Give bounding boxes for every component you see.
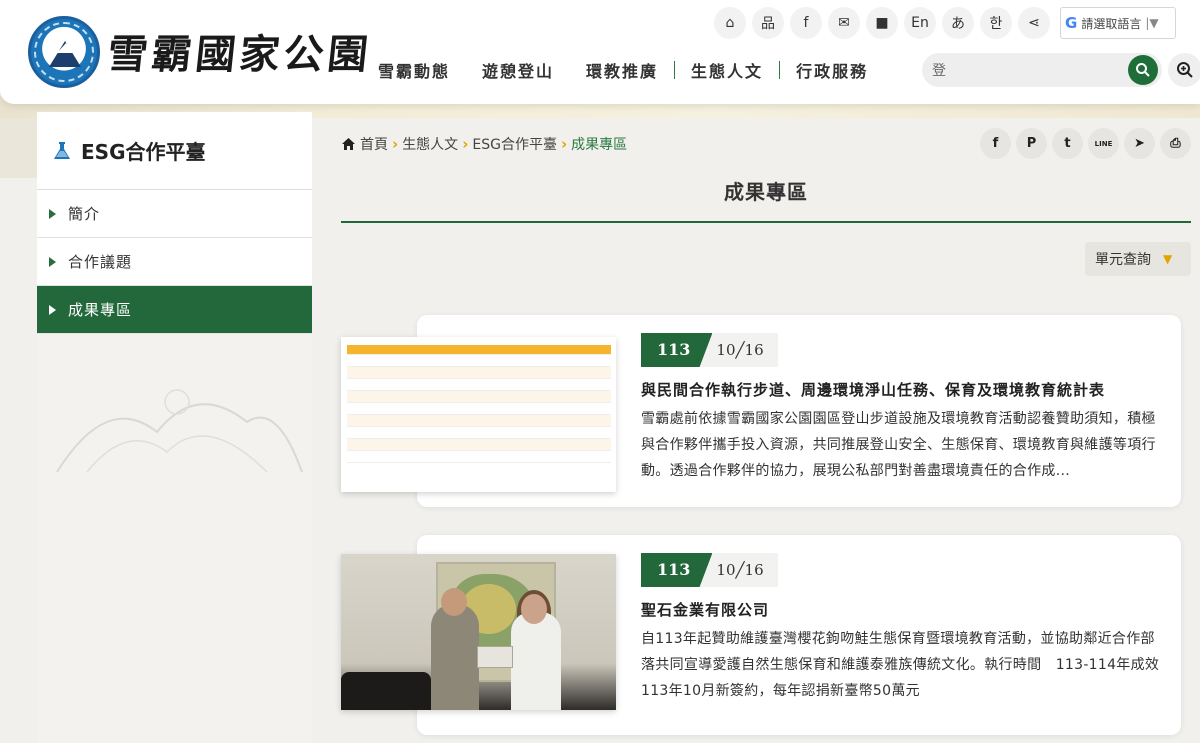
facebook-share-icon[interactable]: f [980, 128, 1011, 159]
nav-item-recreation[interactable]: 遊憩登山 [466, 58, 570, 82]
share-icon[interactable]: ⋖ [1018, 7, 1050, 39]
card-title[interactable]: 與民間合作執行步道、周邊環境淨山任務、保育及環境教育統計表 [641, 379, 1105, 400]
main-nav: 雪霸動態 遊憩登山 環教推廣 生態人文 行政服務 [362, 58, 884, 82]
triangle-right-icon [49, 304, 56, 315]
telegram-share-icon[interactable]: ➤ [1124, 128, 1155, 159]
facebook-icon[interactable]: f [790, 7, 822, 39]
breadcrumb-item-esg[interactable]: ESG合作平臺 [472, 134, 557, 154]
sitemap-icon[interactable]: 品 [752, 7, 784, 39]
sidebar: ESG合作平臺 簡介 合作議題 成果專區 [37, 112, 312, 743]
card-description: 自113年起贊助維護臺灣櫻花鉤吻鮭生態保育暨環境教育活動，並協助鄰近合作部落共同… [641, 631, 1161, 699]
chevron-down-icon: |▼ [1145, 16, 1159, 30]
utility-toolbar: ⌂ 品 f ✉ ■ En あ 한 ⋖ G 請選取語言 |▼ [714, 6, 1176, 40]
handover-photo-image [341, 554, 616, 710]
google-translate-icon: G [1065, 14, 1078, 32]
line-share-icon[interactable]: LINE [1088, 128, 1119, 159]
zoom-button[interactable] [1168, 53, 1200, 87]
chevron-down-icon: ▼ [1163, 252, 1173, 266]
date-badge: 113 10╱16 [641, 553, 778, 587]
language-select-label: 請選取語言 [1081, 16, 1142, 31]
mountain-decor-illustration [56, 389, 303, 473]
breadcrumb-item-home[interactable]: 首頁 [360, 134, 388, 154]
nav-item-admin[interactable]: 行政服務 [780, 58, 884, 82]
page-title: 成果專區 [724, 180, 808, 204]
result-card[interactable]: 113 10╱16 聖石金業有限公司 自113年起贊助維護臺灣櫻花鉤吻鮭生態保育… [341, 535, 1181, 735]
date-month-day: 10╱16 [700, 553, 778, 587]
main-content: 首頁 › 生態人文 › ESG合作平臺 › 成果專區 f P t LINE ➤ … [341, 112, 1191, 743]
site-header: 雪霸國家公園 ⌂ 品 f ✉ ■ En あ 한 ⋖ G 請選取語言 |▼ 雪霸動… [0, 0, 1200, 104]
home-icon[interactable]: ⌂ [714, 7, 746, 39]
lang-en-button[interactable]: En [904, 7, 936, 39]
decor-strip [0, 118, 37, 178]
search-icon [1136, 63, 1150, 77]
search-box [922, 53, 1162, 87]
mail-icon[interactable]: ✉ [828, 7, 860, 39]
flask-icon [54, 141, 70, 159]
sidebar-item-label: 合作議題 [68, 253, 133, 271]
breadcrumb-item-current: 成果專區 [571, 137, 628, 153]
card-description: 雪霸處前依據雪霸國家公園園區登山步道設施及環境教育活動認養贊助須知，積極與合作夥… [641, 411, 1156, 479]
card-thumbnail-table[interactable] [341, 337, 616, 492]
chevron-right-icon: › [392, 135, 399, 153]
breadcrumb: 首頁 › 生態人文 › ESG合作平臺 › 成果專區 [341, 134, 627, 154]
result-card[interactable]: 113 10╱16 與民間合作執行步道、周邊環境淨山任務、保育及環境教育統計表 … [341, 315, 1181, 507]
nav-item-news[interactable]: 雪霸動態 [362, 58, 466, 82]
language-select[interactable]: G 請選取語言 |▼ [1060, 7, 1176, 39]
triangle-right-icon [49, 208, 56, 219]
thumbnail-table-image [347, 345, 611, 463]
date-month-day: 10╱16 [700, 333, 778, 367]
chevron-right-icon: › [462, 135, 469, 153]
sidebar-item-topics[interactable]: 合作議題 [37, 238, 312, 286]
print-icon[interactable]: ⎙ [1160, 128, 1191, 159]
twitter-share-icon[interactable]: t [1052, 128, 1083, 159]
date-badge: 113 10╱16 [641, 333, 778, 367]
site-name-logo[interactable]: 雪霸國家公園 [105, 22, 375, 80]
title-divider [341, 221, 1191, 223]
sidebar-title: ESG合作平臺 [81, 140, 206, 164]
sidebar-item-intro[interactable]: 簡介 [37, 190, 312, 238]
plurk-share-icon[interactable]: P [1016, 128, 1047, 159]
nav-item-education[interactable]: 環教推廣 [570, 58, 674, 82]
folder-icon[interactable]: ■ [866, 7, 898, 39]
sidebar-header: ESG合作平臺 [37, 112, 312, 190]
zoom-in-icon [1177, 62, 1193, 78]
share-bar: f P t LINE ➤ ⎙ [980, 128, 1191, 159]
lang-kr-button[interactable]: 한 [980, 7, 1012, 39]
search-button[interactable] [1128, 55, 1158, 85]
lang-jp-button[interactable]: あ [942, 7, 974, 39]
chevron-right-icon: › [560, 135, 568, 153]
nav-item-ecology[interactable]: 生態人文 [675, 58, 779, 82]
sidebar-item-results[interactable]: 成果專區 [37, 286, 312, 334]
search-input[interactable] [932, 62, 1122, 78]
unit-query-label: 單元查詢 [1095, 252, 1151, 268]
sidebar-item-label: 簡介 [68, 205, 101, 223]
unit-query-dropdown[interactable]: 單元查詢 ▼ [1085, 242, 1191, 276]
park-emblem-logo[interactable] [28, 16, 100, 88]
home-icon [342, 138, 355, 150]
triangle-right-icon [49, 256, 56, 267]
card-thumbnail-photo[interactable] [341, 554, 616, 710]
card-title[interactable]: 聖石金業有限公司 [641, 599, 769, 620]
sidebar-item-label: 成果專區 [68, 301, 133, 319]
breadcrumb-item-ecology[interactable]: 生態人文 [402, 134, 458, 154]
